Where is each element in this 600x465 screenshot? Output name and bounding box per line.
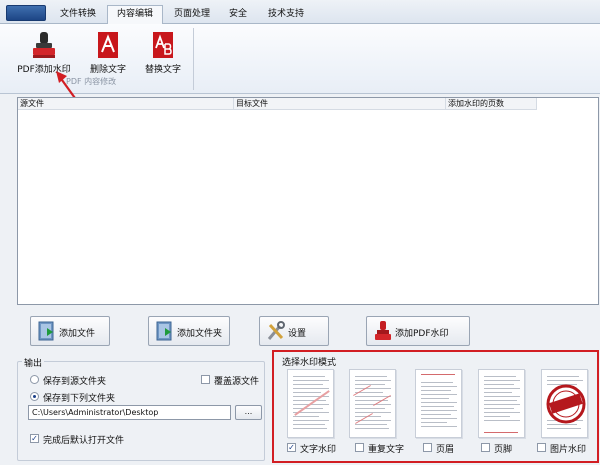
add-file-label: 添加文件 [59,329,96,339]
watermark-mode-title: 选择水印模式 [282,358,337,368]
save-source-radio[interactable] [30,375,39,384]
wm-footer-label: 页脚 [494,445,513,455]
add-folder-label: 添加文件夹 [177,329,223,339]
settings-button[interactable]: 设置 [259,316,329,346]
output-path-input[interactable] [28,405,231,420]
overwrite-source-checkbox[interactable] [201,375,210,384]
certified-stamp-icon [546,384,586,424]
image-watermark-preview[interactable] [541,369,588,438]
wm-header-checkbox[interactable] [423,443,432,452]
output-title: 输出 [22,356,45,369]
header-preview[interactable] [415,369,462,438]
wm-text-checkbox[interactable]: ✓ [287,443,296,452]
wm-image-checkbox[interactable] [537,443,546,452]
stamp-icon [375,321,391,340]
add-file-icon [38,321,54,341]
save-custom-label: 保存到下列文件夹 [43,394,116,404]
save-custom-radio[interactable] [30,392,39,401]
wm-footer-checkbox[interactable] [481,443,490,452]
add-folder-button[interactable]: 添加文件夹 [148,316,230,346]
tools-icon [267,321,285,340]
add-pdf-watermark-button[interactable]: 添加PDF水印 [366,316,470,346]
open-after-label: 完成后默认打开文件 [43,436,125,446]
text-watermark-preview[interactable] [287,369,334,438]
wm-header-label: 页眉 [436,445,455,455]
repeat-text-preview[interactable] [349,369,396,438]
wm-repeat-label: 重复文字 [368,445,405,455]
file-table-header: 源文件 目标文件 添加水印的页数 [18,98,537,110]
add-folder-icon [156,321,172,341]
open-after-checkbox[interactable]: ✓ [30,434,39,443]
browse-button[interactable]: ... [235,405,262,420]
footer-preview[interactable] [478,369,525,438]
wm-repeat-checkbox[interactable] [355,443,364,452]
column-source-file[interactable]: 源文件 [18,98,234,110]
file-table[interactable]: 源文件 目标文件 添加水印的页数 [17,97,599,305]
wm-text-label: 文字水印 [300,445,337,455]
column-target-file[interactable]: 目标文件 [234,98,446,110]
settings-label: 设置 [288,329,307,339]
add-pdf-watermark-label: 添加PDF水印 [395,329,449,339]
save-source-label: 保存到源文件夹 [43,377,107,387]
add-file-button[interactable]: 添加文件 [30,316,110,346]
column-watermark-pages[interactable]: 添加水印的页数 [446,98,537,110]
wm-image-label: 图片水印 [550,445,587,455]
overwrite-source-label: 覆盖源文件 [214,377,260,387]
